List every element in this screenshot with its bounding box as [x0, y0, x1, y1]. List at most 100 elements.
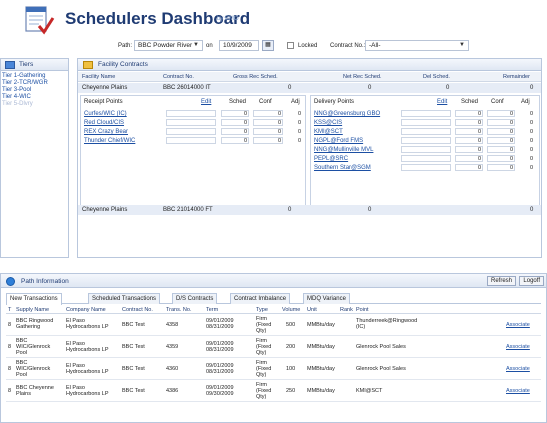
term: 09/01/2009 09/30/2009 [206, 385, 234, 397]
receipt-point-name[interactable]: Red Cloud/CIS [84, 120, 124, 126]
receipt-point-input[interactable] [166, 137, 216, 144]
delivery-point-name[interactable]: NGPL@Ford FMS [314, 138, 363, 144]
receipt-sched-box[interactable]: 0 [221, 119, 249, 126]
delivery-point-input[interactable] [401, 137, 451, 144]
tab-mdq-variance[interactable]: MDQ Variance [303, 293, 350, 304]
app-byline: by EMO [217, 16, 239, 22]
receipt-point-row[interactable]: REX Crazy Bear 0 0 0 [81, 128, 305, 136]
delivery-sched-box[interactable]: 0 [455, 119, 483, 126]
logoff-button[interactable]: Logoff [519, 276, 544, 286]
refresh-button[interactable]: Refresh [486, 276, 516, 286]
contract-select[interactable]: -All- ▼ [365, 40, 469, 51]
path-label: Path: [118, 43, 133, 49]
delivery-point-row[interactable]: PEPL@SRC 0 0 0 [311, 155, 539, 163]
trans-no: 4359 [166, 344, 179, 350]
delivery-conf-box[interactable]: 0 [487, 137, 515, 144]
supply-name: BBC WIC/Glenrock Pool [16, 338, 51, 356]
delivery-point-row[interactable]: Southern Star@SGM 0 0 0 [311, 164, 539, 172]
delivery-sched-box[interactable]: 0 [455, 137, 483, 144]
receipt-conf-box[interactable]: 0 [253, 119, 283, 126]
delivery-edit-link[interactable]: Edit [437, 99, 447, 105]
associate-link[interactable]: Associate [506, 388, 530, 394]
delivery-point-input[interactable] [401, 128, 451, 135]
associate-link[interactable]: Associate [506, 322, 530, 328]
associate-link[interactable]: Associate [506, 344, 530, 350]
delivery-point-input[interactable] [401, 164, 451, 171]
receipt-point-input[interactable] [166, 128, 216, 135]
path-select[interactable]: BBC Powder River ▼ [134, 40, 203, 51]
delivery-sched-box[interactable]: 0 [455, 164, 483, 171]
delivery-point-input[interactable] [401, 110, 451, 117]
receipt-conf-box[interactable]: 0 [253, 110, 283, 117]
delivery-adj: 0 [529, 156, 533, 162]
contract-no: BBC Test [122, 322, 145, 328]
tier-item-wic[interactable]: Tier 4-WIC [1, 94, 68, 101]
delivery-conf-box[interactable]: 0 [487, 110, 515, 117]
transaction-row[interactable]: 8 BBC WIC/Glenrock Pool El Paso Hydrocarbon… [6, 337, 541, 358]
receipt-point-row[interactable]: Curfes/WIC (IC) 0 0 0 [81, 110, 305, 118]
receipt-sched-box[interactable]: 0 [221, 110, 249, 117]
delivery-point-input[interactable] [401, 155, 451, 162]
transaction-row[interactable]: 8 BBC Ringwood Gathering El Paso Hydrocarb… [6, 315, 541, 336]
delivery-point-row[interactable]: KMI@SCT 0 0 0 [311, 128, 539, 136]
tier-item-gathering[interactable]: Tier 1-Gathering [1, 73, 68, 80]
delivery-point-name[interactable]: NNG@Greensburg GBO [314, 111, 380, 117]
delivery-point-name[interactable]: NNG@Mullinville MVL [314, 147, 373, 153]
receipt-point-name[interactable]: REX Crazy Bear [84, 129, 128, 135]
col-facility-name: Facility Name [82, 74, 116, 80]
delivery-point-row[interactable]: NNG@Mullinville MVL 0 0 0 [311, 146, 539, 154]
receipt-point-input[interactable] [166, 119, 216, 126]
receipt-sched-box[interactable]: 0 [221, 137, 249, 144]
receipt-point-name[interactable]: Curfes/WIC (IC) [84, 111, 127, 117]
calendar-button[interactable]: ▦ [262, 40, 274, 51]
tab-ds-contracts[interactable]: D/S Contracts [172, 293, 218, 304]
delivery-sched-box[interactable]: 0 [455, 155, 483, 162]
delivery-point-input[interactable] [401, 119, 451, 126]
transaction-row[interactable]: 8 BBC WIC/Glenrock Pool El Paso Hydrocarbon… [6, 359, 541, 380]
delivery-sched-box[interactable]: 0 [455, 128, 483, 135]
delivery-point-name[interactable]: KSS@CIS [314, 120, 342, 126]
receipt-point-input[interactable] [166, 110, 216, 117]
delivery-conf-box[interactable]: 0 [487, 119, 515, 126]
tier-item-delivery[interactable]: Tier 5-Dlvry [1, 101, 68, 108]
path-info-tabs: New Transactions Scheduled Transactions … [6, 293, 541, 305]
delivery-point-name[interactable]: Southern Star@SGM [314, 165, 371, 171]
contract-row[interactable]: Cheyenne Plains BBC 21014000 FT 0 0 0 [78, 205, 541, 215]
date-input[interactable]: 10/9/2009 [219, 40, 259, 51]
tier-item-tcr-wgr[interactable]: Tier 2-TCR/WGR [1, 80, 68, 87]
contract-row[interactable]: Cheyenne Plains BBC 26014000 IT 0 0 0 0 [78, 83, 541, 93]
point: Glenrock Pool Sales [356, 366, 406, 372]
receipt-conf-box[interactable]: 0 [253, 137, 283, 144]
associate-link[interactable]: Associate [506, 366, 530, 372]
delivery-conf-box[interactable]: 0 [487, 128, 515, 135]
receipt-point-row[interactable]: Red Cloud/CIS 0 0 0 [81, 119, 305, 127]
delivery-conf-box[interactable]: 0 [487, 155, 515, 162]
tier-item-pool[interactable]: Tier 3-Pool [1, 87, 68, 94]
receipt-conf-box[interactable]: 0 [253, 128, 283, 135]
delivery-conf-box[interactable]: 0 [487, 146, 515, 153]
delivery-point-row[interactable]: NNG@Greensburg GBO 0 0 0 [311, 110, 539, 118]
receipt-adj: 0 [297, 120, 301, 126]
term: 09/01/2009 08/31/2009 [206, 363, 234, 375]
transaction-row[interactable]: 8 BBC Cheyenne Plains El Paso Hydrocarbons… [6, 381, 541, 402]
receipt-sched-box[interactable]: 0 [221, 128, 249, 135]
delivery-point-input[interactable] [401, 146, 451, 153]
contract-no: BBC 21014000 FT [163, 207, 213, 213]
delivery-point-name[interactable]: PEPL@SRC [314, 156, 348, 162]
receipt-point-row[interactable]: Thunder Chief/WIC 0 0 0 [81, 137, 305, 145]
receipt-point-name[interactable]: Thunder Chief/WIC [84, 138, 135, 144]
tab-new-transactions[interactable]: New Transactions [6, 293, 62, 305]
delivery-sched-box[interactable]: 0 [455, 146, 483, 153]
date-value: 10/9/2009 [223, 42, 252, 49]
delivery-sched-box[interactable]: 0 [455, 110, 483, 117]
delivery-col-adj: Adj [521, 99, 530, 105]
tab-scheduled-transactions[interactable]: Scheduled Transactions [88, 293, 161, 304]
delivery-point-row[interactable]: NGPL@Ford FMS 0 0 0 [311, 137, 539, 145]
delivery-conf-box[interactable]: 0 [487, 164, 515, 171]
delivery-point-name[interactable]: KMI@SCT [314, 129, 343, 135]
tab-contract-imbalance[interactable]: Contract Imbalance [230, 293, 291, 304]
locked-checkbox[interactable] [287, 42, 294, 49]
delivery-point-row[interactable]: KSS@CIS 0 0 0 [311, 119, 539, 127]
receipt-edit-link[interactable]: Edit [201, 99, 211, 105]
col-supply-name: Supply Name [16, 307, 50, 313]
